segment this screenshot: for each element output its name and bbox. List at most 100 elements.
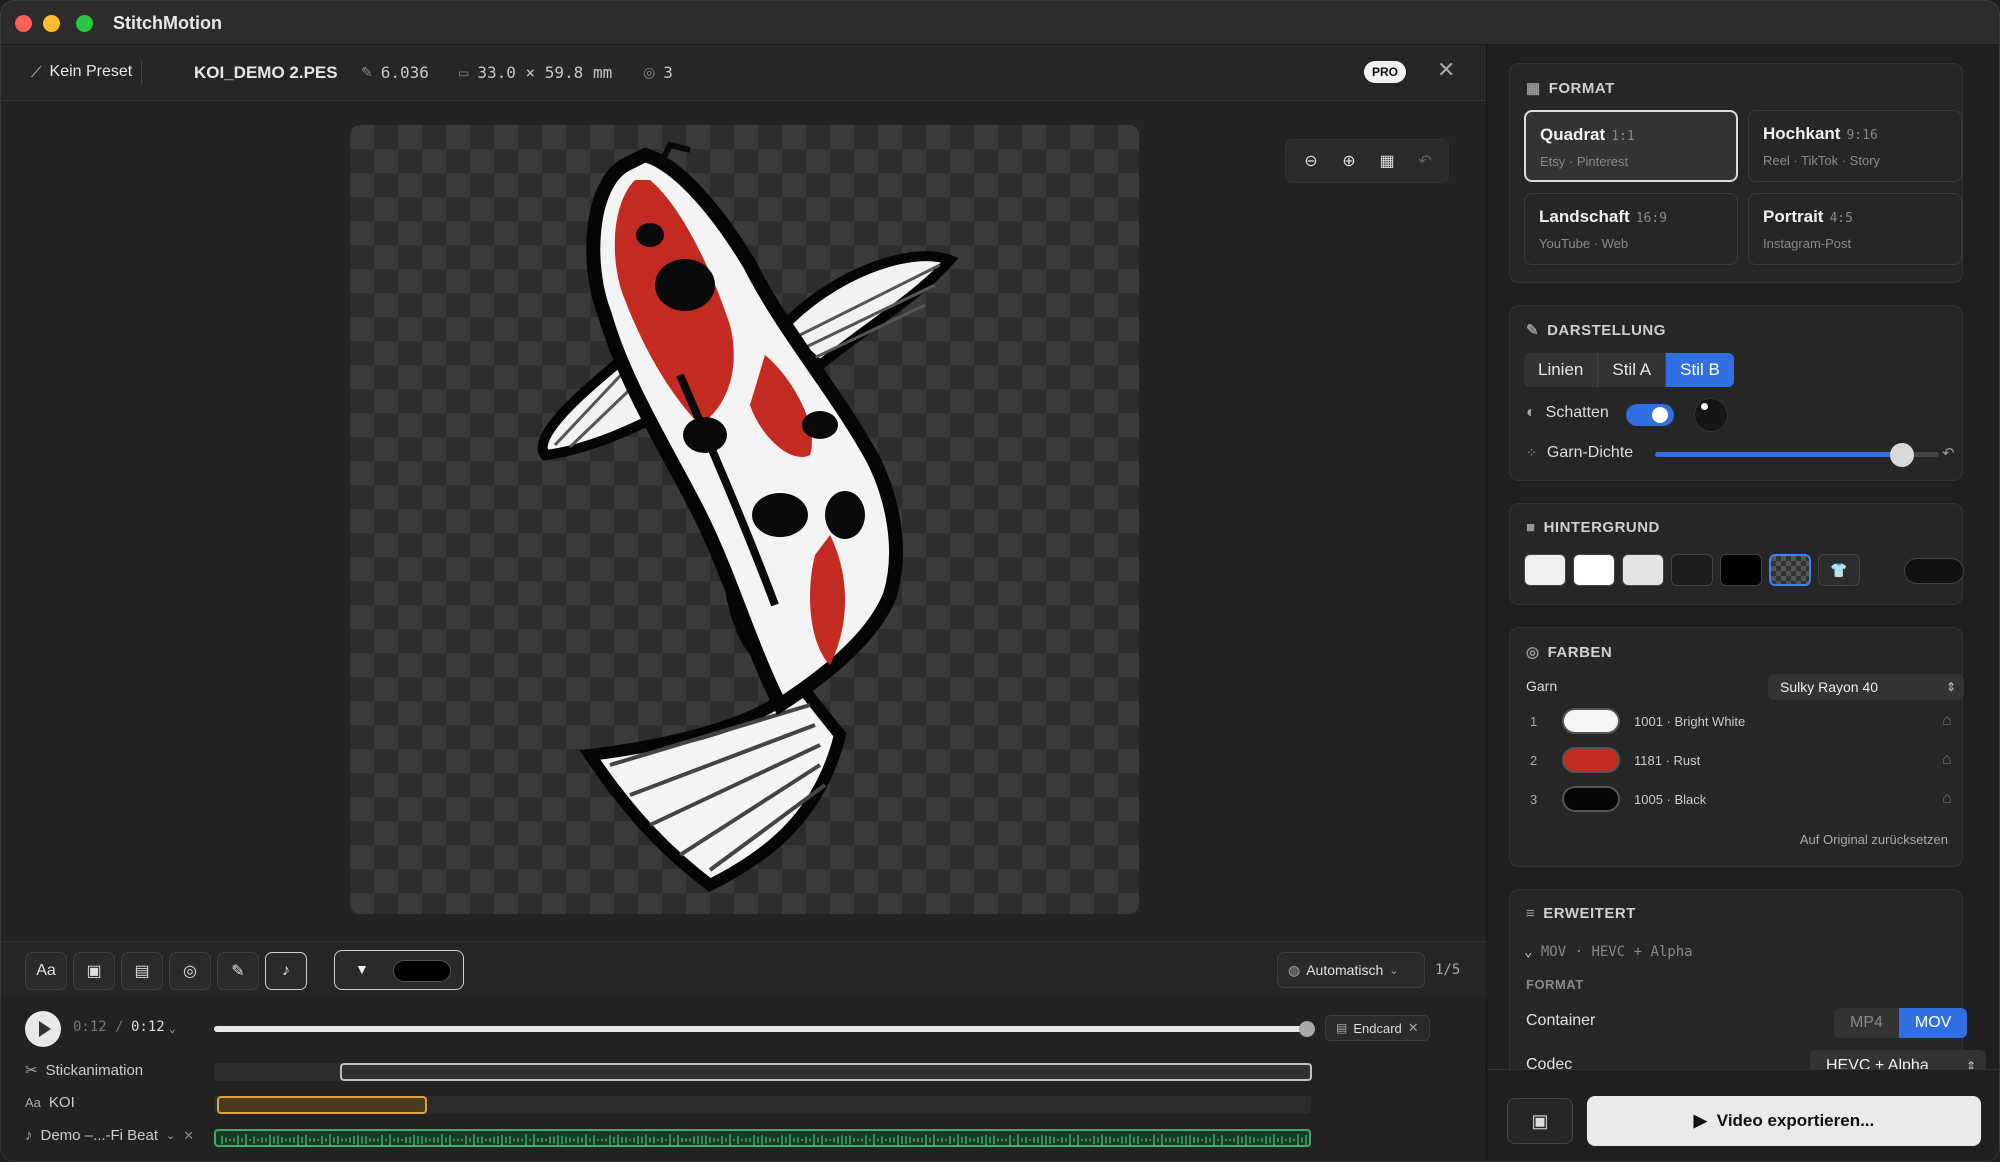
text-clip[interactable] <box>217 1096 427 1114</box>
advanced-summary[interactable]: ⌄ MOV · HEVC + Alpha <box>1524 944 1693 960</box>
track-label-audio[interactable]: ♪ Demo –...-Fi Beat ⌄ ✕ <box>25 1127 194 1144</box>
undo-icon[interactable]: ↶ <box>1410 146 1440 176</box>
koi-embroidery-image <box>537 141 959 893</box>
image-icon[interactable]: ▣ <box>73 952 115 990</box>
style-option-linien[interactable]: Linien <box>1524 353 1599 387</box>
sliders-icon: ≡ <box>1526 905 1536 922</box>
density-slider[interactable] <box>1655 443 1939 467</box>
endcard-chip[interactable]: ▤ Endcard ✕ <box>1325 1015 1430 1041</box>
yarn-color-swatch[interactable] <box>1562 747 1620 773</box>
shadow-toggle[interactable] <box>1626 404 1674 426</box>
language-value: Automatisch <box>1306 962 1384 978</box>
yarn-row[interactable]: 3 1005 · Black <box>1530 786 1706 812</box>
design-size: ▭ 33.0 × 59.8 mm <box>458 63 613 82</box>
page-indicator: 1/5 <box>1435 962 1461 978</box>
format-option-hochkant[interactable]: Hochkant 9:16 Reel · TikTok · Story <box>1748 110 1962 182</box>
format-option-quadrat[interactable]: Quadrat 1:1 Etsy · Pinterest <box>1524 110 1738 182</box>
close-window-button[interactable] <box>15 15 32 32</box>
total-time-select[interactable]: 0:12 <box>131 1019 165 1035</box>
yarn-color-swatch[interactable] <box>1562 708 1620 734</box>
reset-icon[interactable]: ↶ <box>1942 444 1955 462</box>
container-segmented-control: MP4 MOV <box>1834 1008 1968 1038</box>
palette-icon[interactable]: ◎ <box>169 952 211 990</box>
darstellung-card: ✎ DARSTELLUNG Linien Stil A Stil B ◐ Sch… <box>1509 305 1963 481</box>
color-picker[interactable]: ▼ <box>334 950 464 990</box>
close-file-icon[interactable]: ✕ <box>1437 57 1455 83</box>
style-option-stil-a[interactable]: Stil A <box>1598 353 1667 387</box>
current-time: 0:12 <box>73 1019 107 1035</box>
bg-swatch-white[interactable] <box>1573 554 1615 586</box>
tshirt-icon[interactable]: 👕 <box>1818 554 1860 586</box>
editor-area: ⟋ Kein Preset KOI_DEMO 2.PES ✎ 6.036 ▭ 3… <box>1 45 1486 1161</box>
tag-icon[interactable]: ⌂ <box>1942 712 1952 730</box>
density-slider-knob[interactable] <box>1890 443 1915 467</box>
bg-swatch-black[interactable] <box>1720 554 1762 586</box>
minimize-window-button[interactable] <box>43 15 60 32</box>
music-note-icon: ♪ <box>25 1127 33 1144</box>
ruler-icon: ▭ <box>458 65 470 80</box>
text-tool-button[interactable]: Aa <box>25 952 67 990</box>
export-image-icon[interactable]: ▣ <box>1507 1098 1573 1144</box>
erweitert-heading: ≡ ERWEITERT <box>1526 905 1636 922</box>
playhead-scrubber[interactable] <box>214 1021 1315 1037</box>
layout-icon[interactable]: ▤ <box>121 952 163 990</box>
format-subheading: FORMAT <box>1526 977 1584 992</box>
color-count: ◎ 3 <box>643 63 673 82</box>
bg-swatch-silver[interactable] <box>1622 554 1664 586</box>
preview-canvas: ⊖ ⊕ ▦ ↶ <box>1 101 1486 941</box>
container-label: Container <box>1526 1012 1596 1029</box>
maximize-window-button[interactable] <box>76 15 93 32</box>
format-option-landschaft[interactable]: Landschaft 16:9 YouTube · Web <box>1524 193 1738 265</box>
track-label-animation: ✂ Stickanimation <box>25 1061 144 1080</box>
scrubber-knob[interactable] <box>1299 1021 1315 1037</box>
custom-bg-color[interactable] <box>1904 558 1964 584</box>
density-row: ⁘ Garn-Dichte <box>1526 444 1634 461</box>
brush-icon[interactable]: ✎ <box>217 952 259 990</box>
file-info-bar: ⟋ Kein Preset KOI_DEMO 2.PES ✎ 6.036 ▭ 3… <box>1 45 1486 101</box>
music-icon[interactable]: ♪ <box>265 952 307 990</box>
audio-waveform <box>221 1134 1307 1145</box>
zoom-in-icon[interactable]: ⊕ <box>1334 146 1364 176</box>
title-bar: StitchMotion <box>1 1 1999 45</box>
language-select[interactable]: ◍ Automatisch ⌄ <box>1277 952 1425 988</box>
stitch-count: ✎ 6.036 <box>361 63 429 82</box>
container-option-mov[interactable]: MOV <box>1898 1008 1968 1038</box>
export-video-button[interactable]: ▶ Video exportieren... <box>1587 1096 1981 1146</box>
chevron-down-icon: ⌄ <box>169 1022 176 1035</box>
container-option-mp4[interactable]: MP4 <box>1834 1008 1899 1038</box>
animation-clip[interactable] <box>340 1063 1312 1081</box>
dots-icon: ⁘ <box>1526 445 1537 460</box>
audio-clip[interactable] <box>214 1129 1311 1147</box>
shadow-direction-dial[interactable] <box>1694 398 1728 432</box>
remove-icon[interactable]: ✕ <box>1408 1020 1419 1036</box>
tag-icon[interactable]: ⌂ <box>1942 790 1952 808</box>
yarn-row[interactable]: 2 1181 · Rust <box>1530 747 1700 773</box>
play-square-icon: ▶ <box>1693 1111 1707 1130</box>
play-button[interactable] <box>25 1011 61 1047</box>
grid-icon[interactable]: ▦ <box>1372 146 1402 176</box>
export-bar: ▣ ▶ Video exportieren... <box>1487 1069 1999 1161</box>
palette-icon: ◎ <box>643 64 656 80</box>
audio-track <box>214 1129 1311 1147</box>
palette-icon: ◎ <box>1526 644 1540 661</box>
bg-swatch-transparent[interactable] <box>1769 554 1811 586</box>
color-swatch <box>393 960 451 982</box>
yarn-row[interactable]: 1 1001 · Bright White <box>1530 708 1745 734</box>
density-slider-fill <box>1655 452 1903 457</box>
tag-icon[interactable]: ⌂ <box>1942 751 1952 769</box>
text-track <box>214 1096 1311 1114</box>
transparent-background <box>350 125 1139 914</box>
bg-swatch-dark[interactable] <box>1671 554 1713 586</box>
format-option-portrait[interactable]: Portrait 4:5 Instagram-Post <box>1748 193 1962 265</box>
time-separator: / <box>115 1019 124 1035</box>
preset-button[interactable]: ⟋ Kein Preset <box>31 63 132 81</box>
layout-icon: ▦ <box>1526 80 1541 97</box>
yarn-color-swatch[interactable] <box>1562 786 1620 812</box>
reset-colors-link[interactable]: Auf Original zurücksetzen <box>1800 832 1948 847</box>
style-option-stil-b[interactable]: Stil B <box>1666 353 1734 387</box>
chevron-down-icon: ⌄ <box>1389 964 1399 977</box>
zoom-out-icon[interactable]: ⊖ <box>1296 146 1326 176</box>
garn-select[interactable]: Sulky Rayon 40 ⇕ <box>1768 674 1964 700</box>
remove-audio-icon[interactable]: ✕ <box>183 1128 194 1144</box>
bg-swatch-light-gray[interactable] <box>1524 554 1566 586</box>
